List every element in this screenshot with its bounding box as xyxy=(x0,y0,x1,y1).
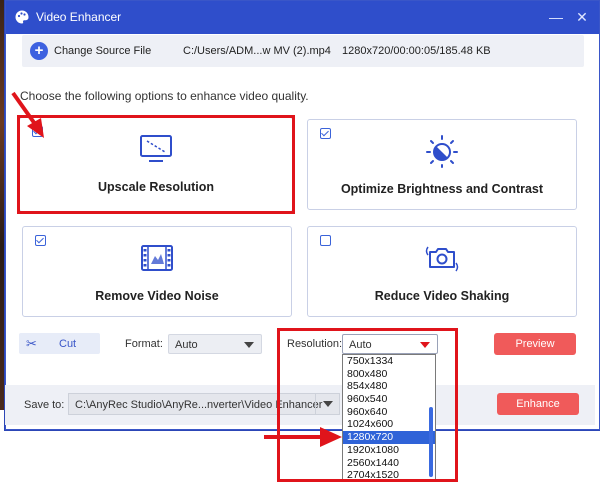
format-label: Format: xyxy=(125,338,163,350)
resolution-option-selected[interactable]: 1280x720 xyxy=(343,431,435,444)
video-enhancer-window: Video Enhancer — ✕ + Change Source File … xyxy=(5,0,600,430)
monitor-icon xyxy=(140,135,172,162)
resolution-value: Auto xyxy=(349,339,372,351)
cut-button[interactable]: ✂ Cut xyxy=(19,333,100,354)
format-select[interactable]: Auto xyxy=(168,334,262,354)
enhance-button[interactable]: Enhance xyxy=(497,393,579,415)
title-bar: Video Enhancer — ✕ xyxy=(6,1,599,34)
resolution-option[interactable]: 960x640 xyxy=(343,406,435,419)
shaking-label: Reduce Video Shaking xyxy=(374,289,510,303)
noise-label: Remove Video Noise xyxy=(95,289,219,303)
resolution-option[interactable]: 2560x1440 xyxy=(343,457,435,470)
cut-label: Cut xyxy=(59,338,77,350)
chevron-down-icon xyxy=(244,342,254,348)
camera-icon xyxy=(425,246,459,272)
save-path-value: C:\AnyRec Studio\AnyRe...nverter\Video E… xyxy=(75,399,323,411)
save-select-divider xyxy=(315,394,316,414)
brightness-label: Optimize Brightness and Contrast xyxy=(340,182,544,196)
brightness-checkbox[interactable] xyxy=(320,128,331,139)
resolution-option[interactable]: 960x540 xyxy=(343,393,435,406)
resolution-option[interactable]: 1920x1080 xyxy=(343,444,435,457)
instruction-text: Choose the following options to enhance … xyxy=(20,89,309,103)
resolution-select[interactable]: Auto xyxy=(342,334,438,354)
upscale-checkbox[interactable] xyxy=(32,126,43,137)
source-file-bar: + Change Source File C:/Users/ADM...w MV… xyxy=(22,35,584,67)
minimize-button[interactable]: — xyxy=(546,7,566,27)
option-upscale-resolution[interactable]: Upscale Resolution xyxy=(19,117,293,212)
source-file-path: C:/Users/ADM...w MV (2).mp4 xyxy=(183,45,331,57)
resolution-option[interactable]: 854x480 xyxy=(343,380,435,393)
option-remove-noise[interactable]: Remove Video Noise xyxy=(22,226,292,317)
resolution-option[interactable]: 750x1334 xyxy=(343,355,435,368)
palette-icon xyxy=(15,10,29,24)
source-file-info: 1280x720/00:00:05/185.48 KB xyxy=(342,45,491,57)
change-source-button[interactable]: Change Source File xyxy=(54,45,151,57)
dropdown-scrollbar[interactable] xyxy=(429,407,433,477)
format-value: Auto xyxy=(175,339,198,351)
noise-checkbox[interactable] xyxy=(35,235,46,246)
preview-button[interactable]: Preview xyxy=(494,333,576,355)
add-icon[interactable]: + xyxy=(30,42,48,60)
upscale-label: Upscale Resolution xyxy=(98,180,214,194)
scissors-icon: ✂ xyxy=(26,336,37,351)
option-optimize-brightness[interactable]: Optimize Brightness and Contrast xyxy=(307,119,577,210)
resolution-label: Resolution: xyxy=(287,338,343,350)
window-title: Video Enhancer xyxy=(36,10,122,24)
resolution-option[interactable]: 2704x1520 xyxy=(343,469,435,479)
resolution-dropdown-list[interactable]: 750x1334 800x480 854x480 960x540 960x640… xyxy=(342,354,436,480)
chevron-down-icon xyxy=(420,342,430,348)
resolution-option[interactable]: 800x480 xyxy=(343,368,435,381)
save-to-label: Save to: xyxy=(24,399,65,411)
brightness-icon xyxy=(426,135,458,168)
save-path-select[interactable]: C:\AnyRec Studio\AnyRe...nverter\Video E… xyxy=(68,393,340,415)
option-reduce-shaking[interactable]: Reduce Video Shaking xyxy=(307,226,577,317)
resolution-option[interactable]: 1024x600 xyxy=(343,418,435,431)
shaking-checkbox[interactable] xyxy=(320,235,331,246)
close-button[interactable]: ✕ xyxy=(572,7,592,27)
chevron-down-icon xyxy=(323,401,333,407)
film-icon xyxy=(141,245,173,271)
